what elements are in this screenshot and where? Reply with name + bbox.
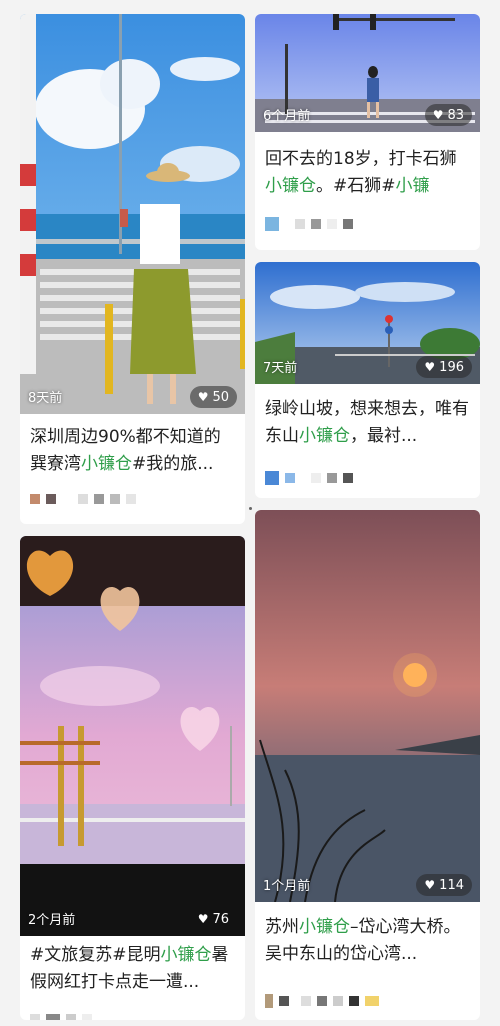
- author-meta[interactable]: [265, 217, 353, 231]
- keyword-highlight: 小镰仓: [299, 426, 350, 446]
- author-meta[interactable]: [265, 994, 379, 1008]
- author-meta[interactable]: [265, 471, 353, 485]
- keyword-highlight: 小镰: [395, 176, 430, 196]
- post-time: 2个月前: [28, 913, 76, 928]
- title-text: 回不去的18岁，打卡石狮: [265, 149, 457, 169]
- title-text: ，最衬...: [350, 426, 418, 446]
- post-card-5[interactable]: 1个月前 ♥ 114 苏州小镰仓–岱心湾大桥。吴中东山的岱心湾...: [255, 510, 480, 1020]
- post-time: 6个月前: [263, 109, 311, 124]
- post-image[interactable]: 7天前 ♥ 196: [255, 262, 480, 384]
- post-image[interactable]: 2个月前 ♥ 76: [20, 536, 245, 936]
- like-count[interactable]: ♥ 83: [424, 104, 472, 126]
- author-meta[interactable]: [30, 1012, 92, 1020]
- post-title[interactable]: 苏州小镰仓–岱心湾大桥。吴中东山的岱心湾...: [265, 914, 472, 970]
- like-count[interactable]: ♥ 196: [416, 356, 472, 378]
- post-image[interactable]: 6个月前 ♥ 83: [255, 14, 480, 132]
- like-count[interactable]: ♥ 76: [190, 908, 237, 930]
- keyword-highlight: 小镰仓: [299, 917, 350, 937]
- post-card-3[interactable]: 7天前 ♥ 196 绿岭山坡，想来想去，唯有东山小镰仓，最衬...: [255, 262, 480, 498]
- keyword-highlight: 小镰仓: [160, 945, 212, 965]
- keyword-highlight: 小镰仓: [81, 454, 132, 474]
- keyword-highlight: 小镰仓: [265, 176, 316, 196]
- title-text: #文旅复苏#昆明: [30, 945, 161, 965]
- divider-dot: [249, 507, 252, 510]
- post-title[interactable]: #文旅复苏#昆明小镰仓暑假网红打卡点走一遭...: [30, 942, 237, 998]
- like-count[interactable]: ♥ 114: [416, 874, 472, 896]
- heart-icon: ♥: [197, 390, 209, 404]
- post-title[interactable]: 绿岭山坡，想来想去，唯有东山小镰仓，最衬...: [265, 396, 472, 452]
- heart-icon: ♥: [432, 108, 444, 122]
- post-card-1[interactable]: 8天前 ♥ 50 深圳周边90%都不知道的巽寮湾小镰仓#我的旅...: [20, 14, 245, 524]
- post-time: 8天前: [28, 391, 63, 406]
- photo-sunset-lake: [255, 510, 480, 902]
- post-title[interactable]: 深圳周边90%都不知道的巽寮湾小镰仓#我的旅...: [30, 424, 237, 480]
- like-count[interactable]: ♥ 50: [189, 386, 237, 408]
- post-card-2[interactable]: 6个月前 ♥ 83 回不去的18岁，打卡石狮小镰仓。#石狮#小镰: [255, 14, 480, 250]
- heart-icon: ♥: [424, 360, 436, 374]
- heart-icon: ♥: [424, 878, 436, 892]
- photo-pink-sky-hearts: [20, 536, 245, 936]
- author-meta[interactable]: [30, 492, 136, 506]
- post-image[interactable]: 8天前 ♥ 50: [20, 14, 245, 414]
- post-card-4[interactable]: 2个月前 ♥ 76 #文旅复苏#昆明小镰仓暑假网红打卡点走一遭...: [20, 536, 245, 1020]
- title-text: #我的旅...: [132, 454, 214, 474]
- post-image[interactable]: 1个月前 ♥ 114: [255, 510, 480, 902]
- heart-icon: ♥: [197, 912, 209, 926]
- post-title[interactable]: 回不去的18岁，打卡石狮小镰仓。#石狮#小镰: [265, 146, 472, 202]
- title-text: 。#石狮#: [316, 176, 396, 196]
- post-time: 1个月前: [263, 879, 311, 894]
- title-text: 苏州: [265, 917, 299, 937]
- photo-woman-seaside: [20, 14, 245, 414]
- post-time: 7天前: [263, 361, 298, 376]
